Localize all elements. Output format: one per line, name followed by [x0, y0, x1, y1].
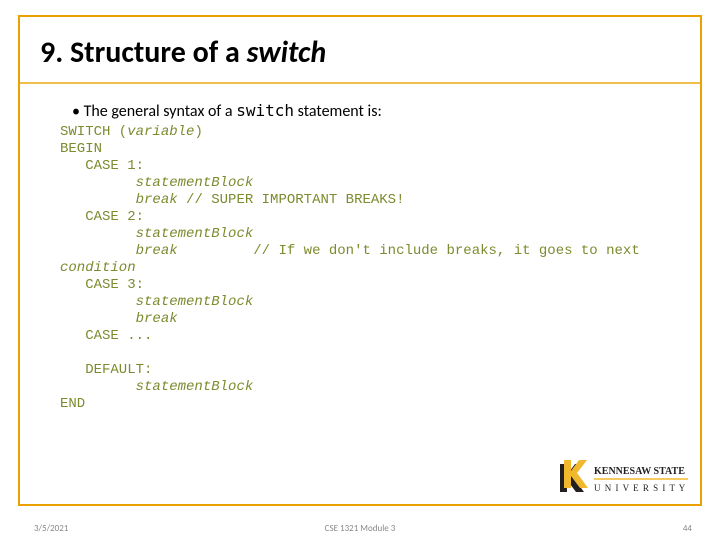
code-l13: CASE ...	[60, 328, 152, 344]
code-l2: BEGIN	[60, 141, 102, 157]
code-l5-tail: // SUPER IMPORTANT BREAKS!	[178, 192, 405, 208]
code-l16	[60, 379, 136, 395]
code-l5	[60, 192, 136, 208]
code-l17: END	[60, 396, 85, 412]
code-l10: CASE 3:	[60, 277, 144, 293]
code-l8-tail: // If we don't include breaks, it goes t…	[178, 243, 640, 259]
lead-bullet: • The general syntax of a	[72, 102, 236, 121]
code-l15: DEFAULT:	[60, 362, 152, 378]
code-l12	[60, 311, 136, 327]
code-l1: SWITCH (	[60, 124, 127, 140]
lead-tail: statement is:	[294, 102, 382, 121]
logo-line1: KENNESAW STATE	[594, 466, 685, 477]
code-l8-it: break	[136, 243, 178, 259]
code-l7	[60, 226, 136, 242]
code-l4-it: statementBlock	[136, 175, 254, 191]
code-l9-it: condition	[60, 260, 136, 276]
code-l5-it: break	[136, 192, 178, 208]
footer-date: 3/5/2021	[34, 523, 68, 534]
lead-mono: switch	[236, 101, 294, 120]
code-l12-it: break	[136, 311, 178, 327]
title-keyword: switch	[247, 34, 327, 71]
code-l7-it: statementBlock	[136, 226, 254, 242]
logo-mark-icon	[560, 460, 588, 492]
code-l6: CASE 2:	[60, 209, 144, 225]
logo-line2: U N I V E R S I T Y	[594, 483, 686, 493]
ksu-logo: KENNESAW STATE U N I V E R S I T Y	[554, 456, 694, 500]
code-l11	[60, 294, 136, 310]
code-l8	[60, 243, 136, 259]
title-prefix: 9. Structure of a	[40, 34, 247, 71]
footer-page: 44	[683, 523, 692, 534]
footer-center: CSE 1321 Module 3	[325, 523, 396, 534]
code-l11-it: statementBlock	[136, 294, 254, 310]
code-block: SWITCH (variable) BEGIN CASE 1: statemen…	[60, 124, 682, 413]
code-l1-it: variable	[127, 124, 194, 140]
title-rule	[18, 82, 702, 84]
code-l4	[60, 175, 136, 191]
code-l16-it: statementBlock	[136, 379, 254, 395]
lead-text: • The general syntax of a switch stateme…	[72, 101, 382, 121]
code-l1-tail: )	[194, 124, 202, 140]
code-l3: CASE 1:	[60, 158, 144, 174]
slide-title: 9. Structure of a switch	[40, 34, 326, 71]
